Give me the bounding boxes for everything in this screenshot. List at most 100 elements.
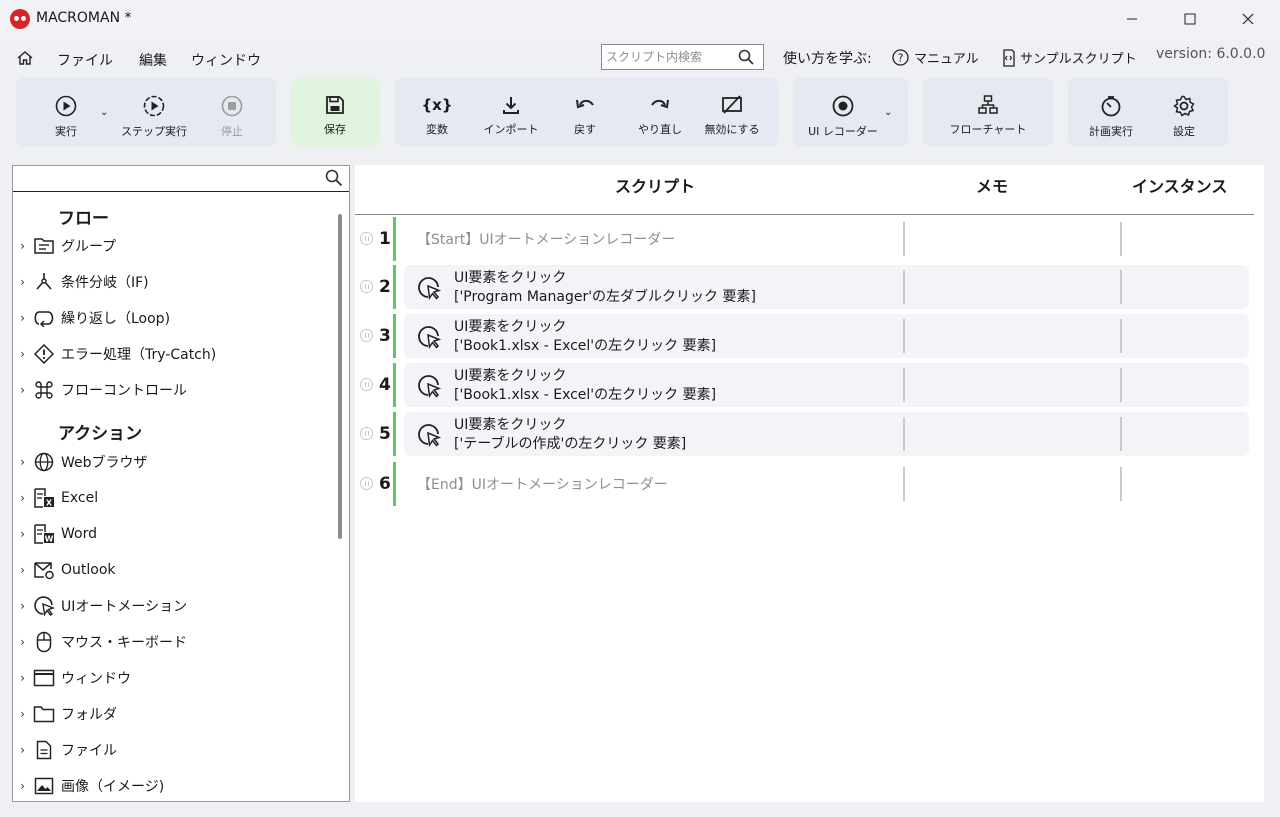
chevron-right-icon[interactable]: › [14, 311, 31, 325]
tree-item-if[interactable]: › 条件分岐（IF) [13, 266, 333, 298]
outlook-icon [31, 560, 57, 580]
manual-link[interactable]: ? マニュアル [892, 48, 979, 67]
disable-icon [722, 95, 742, 114]
svg-text:W: W [45, 535, 54, 544]
flowchart-button[interactable]: フローチャート [945, 77, 1031, 147]
script-row[interactable]: 3 UI要素をクリック ['Book1.xlsx - Excel'の左クリック … [355, 314, 1254, 358]
breakpoint-icon[interactable] [360, 477, 373, 490]
tree-label: 画像（イメージ) [61, 779, 165, 795]
row-action-name: UI要素をクリック [454, 417, 567, 433]
tree-item-mouse-keyboard[interactable]: › マウス・キーボード [13, 626, 333, 658]
file-icon [31, 740, 57, 760]
schedule-label: 計画実行 [1089, 125, 1133, 138]
window-icon [31, 669, 57, 687]
menu-file[interactable]: ファイル [57, 50, 113, 70]
breakpoint-icon[interactable] [360, 232, 373, 245]
column-separator [1120, 270, 1122, 304]
ui-click-icon [417, 276, 442, 304]
save-group: 保存 [291, 77, 380, 147]
minimize-icon [1127, 18, 1137, 20]
maximize-button[interactable] [1161, 0, 1219, 38]
breakpoint-icon[interactable] [360, 329, 373, 342]
undo-icon [576, 99, 594, 109]
variable-button[interactable]: {x} 変数 [417, 77, 457, 147]
breakpoint-icon[interactable] [360, 280, 373, 293]
tree-label: ファイル [61, 743, 117, 759]
chevron-right-icon[interactable]: › [14, 707, 31, 721]
action-search-input[interactable] [13, 166, 313, 190]
tree-item-web-browser[interactable]: › Webブラウザ [13, 446, 333, 478]
version-label: version: 6.0.0.0 [1156, 46, 1266, 62]
tree-item-outlook[interactable]: › Outlook [13, 554, 333, 586]
search-icon[interactable] [738, 49, 754, 69]
tree-item-loop[interactable]: › 繰り返し（Loop) [13, 302, 333, 334]
chevron-right-icon[interactable]: › [14, 527, 31, 541]
redo-label: やり直し [638, 123, 682, 136]
stop-button[interactable]: 停止 [212, 77, 252, 147]
column-separator [1120, 467, 1122, 501]
undo-button[interactable]: 戻す [565, 77, 605, 147]
scrollbar[interactable] [338, 214, 342, 539]
save-button[interactable]: 保存 [315, 77, 355, 147]
breakpoint-icon[interactable] [360, 427, 373, 440]
script-row[interactable]: 5 UI要素をクリック ['テーブルの作成'の左クリック 要素] [355, 412, 1254, 456]
manual-label: マニュアル [914, 52, 979, 67]
chevron-right-icon[interactable]: › [14, 491, 31, 505]
chevron-right-icon[interactable]: › [14, 455, 31, 469]
menu-edit[interactable]: 編集 [139, 50, 167, 70]
menu-window[interactable]: ウィンドウ [191, 50, 261, 70]
chevron-right-icon[interactable]: › [14, 383, 31, 397]
run-dropdown-icon[interactable]: ⌄ [100, 107, 108, 118]
breakpoint-icon[interactable] [360, 378, 373, 391]
chevron-right-icon[interactable]: › [14, 239, 31, 253]
script-row[interactable]: 1 【Start】UIオートメーションレコーダー [355, 217, 1254, 261]
disable-button[interactable]: 無効にする [702, 77, 762, 147]
tree-label: エラー処理（Try-Catch) [61, 347, 217, 363]
chevron-right-icon[interactable]: › [14, 275, 31, 289]
ui-recorder-button[interactable]: UI レコーダー [805, 77, 881, 147]
tree-item-try-catch[interactable]: › エラー処理（Try-Catch) [13, 338, 333, 370]
chevron-right-icon[interactable]: › [14, 671, 31, 685]
recorder-dropdown-icon[interactable]: ⌄ [884, 107, 892, 118]
chevron-right-icon[interactable]: › [14, 347, 31, 361]
tree-item-window[interactable]: › ウィンドウ [13, 662, 333, 694]
chevron-right-icon[interactable]: › [14, 743, 31, 757]
step-run-button[interactable]: ステップ実行 [116, 77, 192, 147]
schedule-button[interactable]: 計画実行 [1086, 77, 1136, 147]
import-button[interactable]: インポート [481, 77, 541, 147]
tree-item-ui-automation[interactable]: › UIオートメーション [13, 590, 333, 622]
column-separator [1120, 368, 1122, 402]
chevron-right-icon[interactable]: › [14, 599, 31, 613]
tree-item-file[interactable]: › ファイル [13, 734, 333, 766]
settings-button[interactable]: 設定 [1164, 77, 1204, 147]
script-row[interactable]: 2 UI要素をクリック ['Program Manager'の左ダブルクリック … [355, 265, 1254, 309]
row-action-detail: ['Program Manager'の左ダブルクリック 要素] [454, 289, 756, 305]
minimize-button[interactable] [1103, 0, 1161, 38]
tree-item-word[interactable]: › W Word [13, 518, 333, 550]
help-circle-icon: ? [892, 49, 909, 66]
sample-script-link[interactable]: サンプルスクリプト [1001, 48, 1137, 67]
flowchart-label: フローチャート [949, 123, 1027, 136]
tree-label: ウィンドウ [61, 671, 131, 687]
tree-item-excel[interactable]: › X Excel [13, 482, 333, 514]
search-icon[interactable] [325, 169, 343, 191]
tree-item-group[interactable]: › グループ [13, 230, 333, 262]
tree-item-flow-control[interactable]: › フローコントロール [13, 374, 333, 406]
save-label: 保存 [324, 123, 346, 136]
script-search-input[interactable] [602, 45, 732, 69]
script-row[interactable]: 4 UI要素をクリック ['Book1.xlsx - Excel'の左クリック … [355, 363, 1254, 407]
run-button[interactable]: 実行 [46, 77, 86, 147]
chevron-right-icon[interactable]: › [14, 779, 31, 793]
script-row[interactable]: 6 【End】UIオートメーションレコーダー [355, 462, 1254, 506]
redo-button[interactable]: やり直し [635, 77, 685, 147]
branch-icon [31, 272, 57, 292]
tree-item-folder[interactable]: › フォルダ [13, 698, 333, 730]
title-bar: MACROMAN * [0, 0, 1280, 38]
close-button[interactable] [1219, 0, 1277, 38]
home-icon[interactable] [16, 50, 34, 70]
tree-item-image[interactable]: › 画像（イメージ) [13, 770, 333, 802]
chevron-right-icon[interactable]: › [14, 635, 31, 649]
play-icon [55, 95, 77, 117]
chevron-right-icon[interactable]: › [14, 563, 31, 577]
command-icon [31, 380, 57, 400]
